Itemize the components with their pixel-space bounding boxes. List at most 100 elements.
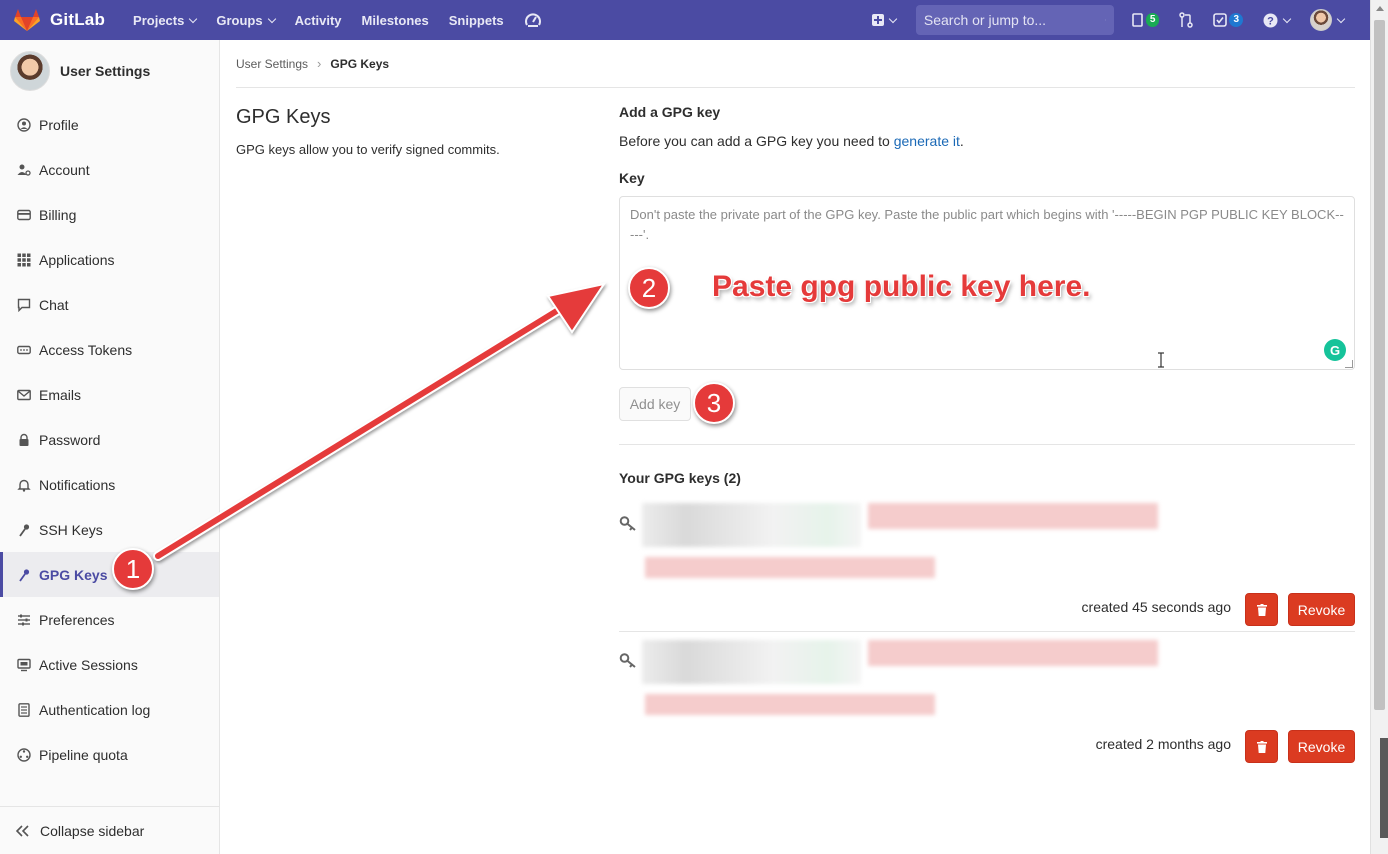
collapse-sidebar-button[interactable]: Collapse sidebar (0, 806, 219, 854)
sidebar-item-label: Active Sessions (39, 656, 138, 673)
scrollbar-overlay (1380, 738, 1388, 838)
plus-square-icon (871, 14, 884, 26)
intro-section: GPG Keys GPG keys allow you to verify si… (236, 106, 566, 157)
sidebar-item-label: Emails (39, 386, 82, 403)
svg-text:?: ? (1267, 15, 1274, 27)
delete-key-button[interactable] (1245, 730, 1278, 763)
merge-request-icon (1179, 12, 1194, 28)
sidebar-item-billing[interactable]: Billing (0, 192, 219, 237)
list-item: created 2 months ago Revoke (619, 631, 1355, 767)
sidebar-item-preferences[interactable]: Preferences (0, 597, 219, 642)
sidebar-item-label: Profile (39, 116, 79, 133)
key-icon (16, 522, 32, 538)
sidebar-item-ssh-keys[interactable]: SSH Keys (0, 507, 219, 552)
nav-groups-label: Groups (216, 12, 263, 28)
quota-icon (16, 747, 32, 763)
bell-icon (16, 477, 32, 493)
new-dropdown-button[interactable] (871, 14, 898, 26)
search-box[interactable] (915, 5, 1114, 35)
revoke-key-button[interactable]: Revoke (1288, 730, 1355, 763)
user-menu[interactable] (1310, 9, 1346, 31)
gpg-keys-list: created 45 seconds ago Revoke created 2 … (619, 495, 1355, 767)
list-item: created 45 seconds ago Revoke (619, 495, 1355, 631)
sidebar-item-applications[interactable]: Applications (0, 237, 219, 282)
help-dropdown[interactable]: ? (1263, 13, 1292, 28)
search-icon (1104, 19, 1106, 21)
performance-gauge-icon[interactable] (524, 11, 542, 29)
sidebar-item-label: Applications (39, 251, 115, 268)
nav-projects-label: Projects (133, 12, 185, 28)
scroll-up-icon[interactable] (1376, 6, 1384, 11)
brand[interactable]: GitLab (14, 8, 105, 32)
monitor-icon (16, 657, 32, 673)
sidebar-item-pipeline-quota[interactable]: Pipeline quota (0, 732, 219, 777)
todos-count-badge: 3 (1229, 13, 1243, 27)
sidebar-item-label: GPG Keys (39, 566, 108, 583)
resize-handle-icon[interactable] (1345, 360, 1353, 368)
sidebar-item-password[interactable]: Password (0, 417, 219, 462)
redacted-email (868, 640, 1158, 666)
add-key-description-end: . (959, 133, 964, 149)
redacted-key-id (642, 640, 861, 684)
sidebar-item-profile[interactable]: Profile (0, 102, 219, 147)
collapse-sidebar-label: Collapse sidebar (40, 822, 145, 839)
sidebar-item-account[interactable]: Account (0, 147, 219, 192)
breadcrumb-current[interactable]: GPG Keys (330, 57, 389, 71)
sidebar-item-emails[interactable]: Emails (0, 372, 219, 417)
key-icon (619, 653, 636, 668)
sidebar-item-active-sessions[interactable]: Active Sessions (0, 642, 219, 687)
sidebar-item-label: Access Tokens (39, 341, 133, 358)
question-circle-icon: ? (1263, 13, 1278, 27)
breadcrumb: User Settings › GPG Keys (236, 40, 1355, 88)
credit-card-icon (16, 207, 32, 223)
log-icon (16, 702, 32, 718)
gpg-keys-heading: Your GPG keys (2) (619, 470, 741, 486)
search-input[interactable] (923, 12, 1105, 28)
generate-it-link[interactable]: generate it (894, 133, 960, 149)
grammarly-icon[interactable]: G (1324, 339, 1346, 361)
nav-snippets[interactable]: Snippets (449, 13, 504, 28)
add-key-description-text: Before you can add a GPG key you need to (619, 133, 894, 149)
sidebar-item-label: Account (39, 161, 90, 178)
todos-button[interactable]: 3 (1213, 13, 1243, 27)
key-icon (619, 516, 636, 531)
redacted-key-id (642, 503, 861, 547)
top-navbar: GitLab Projects Groups Activity Mileston… (0, 0, 1370, 40)
nav-milestones[interactable]: Milestones (362, 13, 429, 28)
page-scrollbar[interactable] (1370, 0, 1388, 854)
sidebar-item-access-tokens[interactable]: Access Tokens (0, 327, 219, 372)
nav-activity[interactable]: Activity (295, 13, 342, 28)
sidebar-title: User Settings (60, 63, 151, 79)
issues-count-badge: 5 (1145, 13, 1160, 27)
sidebar-item-notifications[interactable]: Notifications (0, 462, 219, 507)
redacted-fingerprint (645, 694, 935, 715)
scrollbar-thumb[interactable] (1374, 20, 1385, 710)
revoke-key-button[interactable]: Revoke (1288, 593, 1355, 626)
avatar (1310, 9, 1332, 31)
key-created-time: created 2 months ago (1095, 736, 1231, 752)
profile-icon (16, 117, 32, 133)
nav-projects[interactable]: Projects (133, 12, 198, 28)
key-created-time: created 45 seconds ago (1081, 599, 1231, 615)
sidebar-item-chat[interactable]: Chat (0, 282, 219, 327)
key-textarea[interactable] (630, 205, 1344, 361)
merge-requests-button[interactable] (1179, 12, 1194, 28)
sidebar-item-gpg-keys[interactable]: GPG Keys (0, 552, 219, 597)
settings-sidebar: User Settings Profile Account Billing Ap… (0, 40, 220, 854)
key-textarea-wrapper: G (619, 196, 1355, 370)
trash-icon (1256, 740, 1267, 753)
breadcrumb-parent[interactable]: User Settings (236, 57, 308, 71)
issues-button[interactable]: 5 (1132, 13, 1160, 27)
page-description: GPG keys allow you to verify signed comm… (236, 142, 500, 157)
sidebar-item-authentication-log[interactable]: Authentication log (0, 687, 219, 732)
sliders-icon (16, 612, 32, 628)
chevron-down-icon (189, 14, 198, 23)
issues-icon (1132, 13, 1143, 27)
add-key-button[interactable]: Add key (619, 387, 691, 421)
sidebar-item-label: Password (39, 431, 101, 448)
chevron-down-icon (888, 14, 898, 23)
sidebar-context-header[interactable]: User Settings (0, 40, 219, 102)
chevron-down-icon (1336, 14, 1346, 23)
nav-groups[interactable]: Groups (216, 12, 276, 28)
delete-key-button[interactable] (1245, 593, 1278, 626)
